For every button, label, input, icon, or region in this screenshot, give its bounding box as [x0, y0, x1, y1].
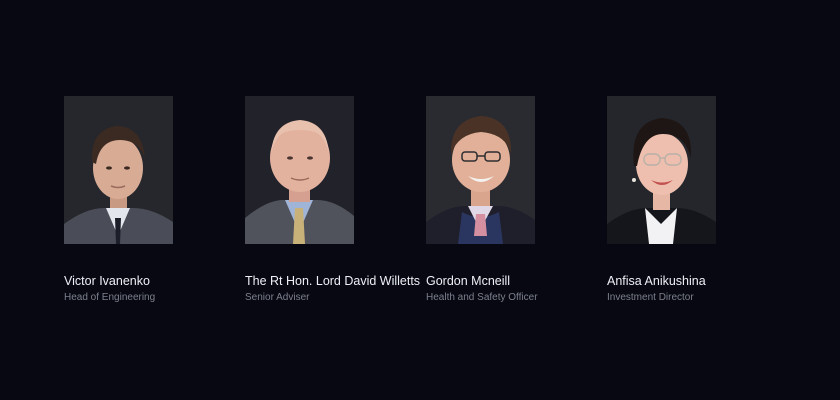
- member-name: Gordon Mcneill: [426, 274, 511, 288]
- member-name: The Rt Hon. Lord David Willetts: [245, 274, 421, 288]
- member-role: Senior Adviser: [245, 292, 310, 303]
- team-member-card: Victor Ivanenko Head of Engineering: [64, 96, 245, 304]
- member-role: Health and Safety Officer: [426, 292, 538, 303]
- member-role: Investment Director: [607, 292, 694, 303]
- member-role: Head of Engineering: [64, 292, 156, 303]
- member-photo: [607, 96, 716, 244]
- member-name: Anfisa Anikushina: [607, 274, 706, 288]
- team-grid: Victor Ivanenko Head of Engineering The …: [64, 96, 788, 304]
- team-member-card: The Rt Hon. Lord David Willetts Senior A…: [245, 96, 426, 304]
- portrait-photo-icon: [607, 96, 716, 244]
- member-photo: [245, 96, 354, 244]
- portrait-photo-icon: [245, 96, 354, 244]
- member-photo: [426, 96, 535, 244]
- portrait-photo-icon: [64, 96, 173, 244]
- team-member-card: Anfisa Anikushina Investment Director: [607, 96, 788, 304]
- portrait-photo-icon: [426, 96, 535, 244]
- member-photo: [64, 96, 173, 244]
- member-name: Victor Ivanenko: [64, 274, 150, 288]
- team-member-card: Gordon Mcneill Health and Safety Officer: [426, 96, 607, 304]
